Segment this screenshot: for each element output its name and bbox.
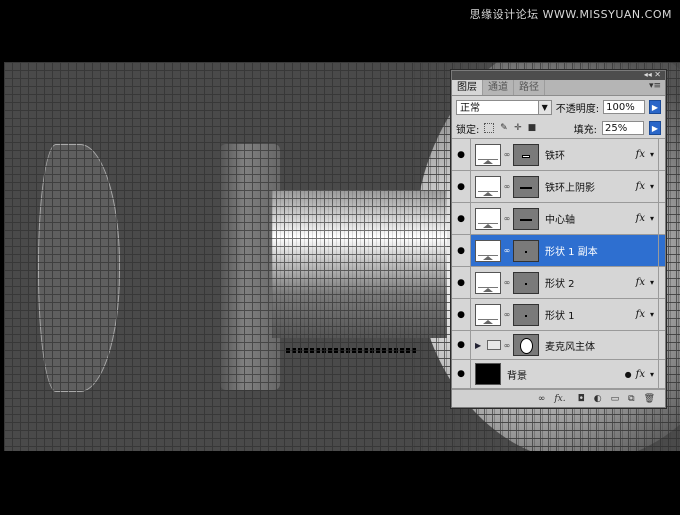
panel-tabs: 图层 通道 路径 ▾≡ bbox=[452, 80, 665, 96]
new-group-icon[interactable]: ▭ bbox=[611, 394, 620, 404]
layer-name[interactable]: 中心轴 bbox=[545, 211, 636, 226]
vector-mask-thumbnail[interactable] bbox=[513, 175, 539, 198]
vector-mask-thumbnail[interactable] bbox=[513, 271, 539, 294]
layer-row[interactable]: ● ∞ 形状 1 fx ▾ bbox=[452, 299, 665, 331]
vector-mask-thumbnail[interactable] bbox=[513, 143, 539, 166]
blend-mode-value: 正常 bbox=[460, 102, 480, 114]
visibility-eye-icon[interactable]: ● bbox=[452, 360, 471, 388]
group-layer-row[interactable]: ● ▶ ∞ 麦克风主体 bbox=[452, 331, 665, 360]
expand-effects-icon[interactable]: ▾ bbox=[648, 278, 656, 287]
lock-fill-row: 锁定: ✎ ✛ ■ 填充: 25% ▶ bbox=[452, 118, 665, 139]
visibility-eye-icon[interactable]: ● bbox=[452, 299, 471, 330]
layer-name[interactable]: 背景 bbox=[507, 367, 625, 382]
watermark-text: 思缘设计论坛 WWW.MISSYUAN.COM bbox=[469, 8, 672, 21]
link-chain-icon[interactable]: ∞ bbox=[503, 310, 511, 319]
expand-effects-icon[interactable]: ▾ bbox=[648, 370, 656, 379]
fill-field[interactable]: 25% bbox=[602, 121, 644, 135]
visibility-eye-icon[interactable]: ● bbox=[452, 267, 471, 298]
fill-slider-button[interactable]: ▶ bbox=[649, 121, 661, 135]
expand-effects-icon[interactable]: ▾ bbox=[648, 150, 656, 159]
opacity-slider-button[interactable]: ▶ bbox=[649, 100, 661, 114]
layer-thumbnail bbox=[475, 303, 501, 326]
layers-panel: ◂◂ ✕ 图层 通道 路径 ▾≡ 正常 ▼ 不透明度: 100% ▶ 锁定: ✎… bbox=[451, 70, 666, 408]
layer-row[interactable]: ● ∞ 铁环上阴影 fx ▾ bbox=[452, 171, 665, 203]
lock-position-icon[interactable]: ✛ bbox=[513, 123, 522, 133]
group-name[interactable]: 麦克风主体 bbox=[545, 338, 658, 353]
panel-title-bar[interactable]: ◂◂ ✕ bbox=[452, 70, 665, 80]
lock-all-icon[interactable]: ■ bbox=[527, 123, 537, 133]
tab-channels[interactable]: 通道 bbox=[483, 80, 514, 95]
layer-row[interactable]: ● ∞ 中心轴 fx ▾ bbox=[452, 203, 665, 235]
collapse-icon[interactable]: ◂◂ ✕ bbox=[644, 70, 661, 79]
delete-layer-icon[interactable]: 🗑 bbox=[644, 394, 655, 404]
visibility-eye-icon[interactable]: ● bbox=[452, 139, 471, 170]
add-layer-style-icon[interactable]: fx. bbox=[554, 394, 565, 404]
layer-thumbnail bbox=[475, 175, 501, 198]
expand-group-icon[interactable]: ▶ bbox=[475, 341, 483, 350]
layer-row[interactable]: ● ∞ 形状 2 fx ▾ bbox=[452, 267, 665, 299]
layer-thumbnail bbox=[475, 207, 501, 230]
layer-effects-icon[interactable]: fx bbox=[636, 309, 645, 320]
layer-effects-icon[interactable]: fx bbox=[636, 181, 645, 192]
new-layer-icon[interactable]: ⧉ bbox=[628, 394, 634, 404]
expand-effects-icon[interactable]: ▾ bbox=[648, 310, 656, 319]
link-chain-icon[interactable]: ∞ bbox=[503, 150, 511, 159]
vector-mask-thumbnail[interactable] bbox=[513, 334, 539, 356]
layer-list: ● ∞ 铁环 fx ▾ ● ∞ 铁环上阴影 fx ▾ ● ∞ 中心轴 fx ▾ bbox=[452, 139, 665, 389]
blend-opacity-row: 正常 ▼ 不透明度: 100% ▶ bbox=[452, 96, 665, 118]
layer-effects-icon[interactable]: fx bbox=[636, 213, 645, 224]
layer-effects-icon[interactable]: fx bbox=[636, 277, 645, 288]
blend-mode-select[interactable]: 正常 ▼ bbox=[456, 99, 552, 115]
background-layer-row[interactable]: ● 背景 ● fx ▾ bbox=[452, 360, 665, 389]
visibility-eye-icon[interactable]: ● bbox=[452, 203, 471, 234]
lock-image-pixels-icon[interactable]: ✎ bbox=[499, 123, 508, 133]
link-chain-icon[interactable]: ∞ bbox=[503, 341, 511, 350]
layer-name[interactable]: 形状 1 副本 bbox=[545, 243, 645, 258]
opacity-label: 不透明度: bbox=[555, 103, 600, 115]
layer-name[interactable]: 形状 2 bbox=[545, 275, 636, 290]
layer-effects-icon[interactable]: fx bbox=[636, 149, 645, 160]
opacity-field[interactable]: 100% bbox=[603, 100, 646, 114]
layer-thumbnail bbox=[475, 363, 501, 385]
link-chain-icon[interactable]: ∞ bbox=[503, 278, 511, 287]
lock-icon: ● bbox=[624, 369, 632, 379]
vector-mask-thumbnail[interactable] bbox=[513, 239, 539, 262]
layer-name[interactable]: 铁环 bbox=[545, 147, 636, 162]
layer-row[interactable]: ● ∞ 铁环 fx ▾ bbox=[452, 139, 665, 171]
tab-paths[interactable]: 路径 bbox=[514, 80, 545, 95]
panel-bottom-toolbar: ∞ fx. ◘ ◐ ▭ ⧉ 🗑 bbox=[452, 389, 665, 407]
visibility-eye-icon[interactable]: ● bbox=[452, 171, 471, 202]
layer-thumbnail bbox=[475, 143, 501, 166]
tab-layers[interactable]: 图层 bbox=[452, 80, 483, 95]
folder-icon bbox=[487, 340, 501, 350]
add-mask-icon[interactable]: ◘ bbox=[578, 394, 585, 404]
expand-effects-icon[interactable]: ▾ bbox=[648, 182, 656, 191]
link-chain-icon[interactable]: ∞ bbox=[503, 214, 511, 223]
layer-row-selected[interactable]: ● ∞ 形状 1 副本 bbox=[452, 235, 665, 267]
link-layers-icon[interactable]: ∞ bbox=[538, 394, 546, 404]
layer-name[interactable]: 形状 1 bbox=[545, 307, 636, 322]
lock-transparent-pixels-icon[interactable] bbox=[484, 123, 495, 133]
visibility-eye-icon[interactable]: ● bbox=[452, 331, 471, 359]
layer-effects-icon[interactable]: fx bbox=[636, 369, 645, 380]
panel-menu-icon[interactable]: ▾≡ bbox=[649, 81, 661, 91]
chevron-down-icon[interactable]: ▼ bbox=[537, 100, 551, 114]
link-chain-icon[interactable]: ∞ bbox=[503, 246, 511, 255]
layer-name[interactable]: 铁环上阴影 bbox=[545, 179, 636, 194]
vector-mask-thumbnail[interactable] bbox=[513, 207, 539, 230]
layer-thumbnail bbox=[475, 239, 501, 262]
link-chain-icon[interactable]: ∞ bbox=[503, 182, 511, 191]
lock-label: 锁定: bbox=[456, 124, 480, 136]
adjustment-layer-icon[interactable]: ◐ bbox=[594, 394, 602, 404]
layer-thumbnail bbox=[475, 271, 501, 294]
visibility-eye-icon[interactable]: ● bbox=[452, 235, 471, 266]
fill-label: 填充: bbox=[573, 124, 597, 136]
vector-mask-thumbnail[interactable] bbox=[513, 303, 539, 326]
expand-effects-icon[interactable]: ▾ bbox=[648, 214, 656, 223]
